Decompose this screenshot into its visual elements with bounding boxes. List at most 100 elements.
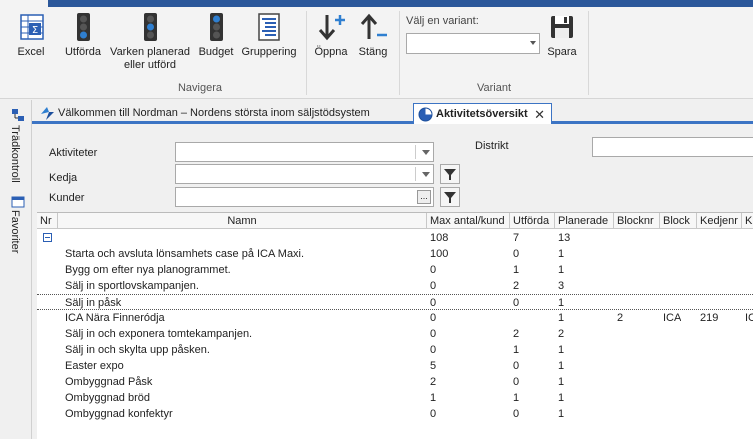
cell-max: 0 bbox=[430, 264, 437, 276]
column-header-blocknr[interactable]: Blocknr bbox=[614, 213, 660, 229]
grouping-icon bbox=[258, 13, 280, 41]
ribbon-title-bar bbox=[0, 0, 753, 7]
svg-text:Σ: Σ bbox=[32, 25, 38, 36]
kedja-filter-button[interactable] bbox=[440, 164, 460, 184]
cell-planerade: 2 bbox=[558, 328, 565, 340]
column-header-k[interactable]: K bbox=[742, 213, 753, 229]
variant-group-label: Variant bbox=[476, 82, 512, 94]
column-header-utforda[interactable]: Utförda bbox=[510, 213, 555, 229]
tradkontroll-tab[interactable]: Trädkontroll bbox=[9, 125, 21, 183]
chevron-down-icon[interactable] bbox=[422, 172, 430, 177]
column-header-max-antal[interactable]: Max antal/kund bbox=[427, 213, 510, 229]
chevron-down-icon bbox=[530, 41, 536, 45]
cell-namn: Sälj in sportlovskampanjen. bbox=[65, 280, 199, 292]
varken-planerad-button[interactable]: Varken planerad eller utförd bbox=[106, 11, 194, 72]
oppna-button[interactable]: Öppna bbox=[311, 11, 351, 59]
cell-max: 0 bbox=[430, 297, 437, 309]
table-row[interactable]: Starta och avsluta lönsamhets case på IC… bbox=[37, 246, 753, 262]
aktiviteter-combo[interactable] bbox=[175, 142, 434, 162]
column-header-namn[interactable]: Namn bbox=[58, 213, 427, 229]
close-icon[interactable]: ✕ bbox=[534, 104, 545, 125]
cell-block: ICA bbox=[663, 312, 682, 324]
aktiviteter-label: Aktiviteter bbox=[49, 147, 98, 159]
cell-namn: Bygg om efter nya planogrammet. bbox=[65, 264, 231, 276]
spara-button[interactable]: Spara bbox=[542, 11, 582, 59]
navigera-group-label: Navigera bbox=[177, 82, 223, 94]
variant-select[interactable] bbox=[406, 33, 540, 54]
combo-divider bbox=[415, 145, 416, 159]
table-row[interactable]: ICA Nära Finneródja 0 1 2 ICA 219 IC bbox=[37, 310, 753, 326]
traffic-light-icon bbox=[210, 13, 223, 41]
distrikt-label: Distrikt bbox=[475, 140, 509, 152]
excel-label: Excel bbox=[17, 46, 45, 58]
cell-utforda: 2 bbox=[513, 280, 520, 292]
save-icon bbox=[551, 16, 573, 38]
budget-button[interactable]: Budget bbox=[195, 11, 237, 59]
cell-namn: Easter expo bbox=[65, 360, 124, 372]
cell-namn: Starta och avsluta lönsamhets case på IC… bbox=[65, 248, 305, 260]
browse-button[interactable]: ... bbox=[417, 190, 431, 204]
ribbon: Σ Excel Utförda Varken planerad eller ut… bbox=[0, 7, 753, 99]
gruppering-button[interactable]: Gruppering bbox=[238, 11, 300, 59]
tab-valkommen[interactable]: Välkommen till Nordman – Nordens största… bbox=[36, 103, 410, 124]
group-summary-row[interactable]: 108 7 13 bbox=[37, 230, 753, 246]
column-header-planerade[interactable]: Planerade bbox=[555, 213, 614, 229]
favoriter-tab[interactable]: Favoriter bbox=[9, 210, 21, 253]
excel-button[interactable]: Σ Excel bbox=[10, 11, 52, 59]
table-row[interactable]: Bygg om efter nya planogrammet. 0 1 1 bbox=[37, 262, 753, 278]
cell-planerade: 1 bbox=[558, 297, 565, 309]
cell-namn: Sälj in och exponera tomtekampanjen. bbox=[65, 328, 253, 340]
table-row[interactable]: Sälj in och skylta upp påsken. 0 1 1 bbox=[37, 342, 753, 358]
column-header-nr[interactable]: Nr bbox=[37, 213, 58, 229]
stang-button[interactable]: Stäng bbox=[353, 11, 393, 59]
distrikt-field[interactable] bbox=[592, 137, 753, 157]
tab-aktivitetsoversikt[interactable]: Aktivitetsöversikt ✕ bbox=[413, 103, 552, 124]
tab-label: Aktivitetsöversikt bbox=[436, 108, 528, 120]
pie-chart-icon bbox=[418, 107, 433, 122]
oppna-label: Öppna bbox=[314, 46, 348, 58]
table-row[interactable]: Easter expo 5 0 1 bbox=[37, 358, 753, 374]
table-row-selected[interactable]: Sälj in påsk 0 0 1 bbox=[37, 294, 753, 310]
cell-namn: Ombyggnad bröd bbox=[65, 392, 150, 404]
ribbon-separator bbox=[588, 11, 589, 95]
collapse-arrow-icon bbox=[360, 13, 387, 39]
cell-utforda: 0 bbox=[513, 248, 520, 260]
cell-max: 0 bbox=[430, 344, 437, 356]
ribbon-active-tab[interactable] bbox=[0, 0, 48, 7]
cell-planerade: 3 bbox=[558, 280, 565, 292]
varken-label-line2: eller utförd bbox=[124, 59, 176, 71]
cell-max: 1 bbox=[430, 392, 437, 404]
table-row[interactable]: Ombyggnad bröd 1 1 1 bbox=[37, 390, 753, 406]
gruppering-label: Gruppering bbox=[241, 46, 297, 58]
chevron-down-icon[interactable] bbox=[422, 150, 430, 155]
cell-max: 5 bbox=[430, 360, 437, 372]
tree-icon[interactable] bbox=[11, 108, 25, 122]
kunder-filter-button[interactable] bbox=[440, 187, 460, 207]
column-header-kedjenr[interactable]: Kedjenr bbox=[697, 213, 742, 229]
kunder-field[interactable]: ... bbox=[175, 187, 434, 207]
table-row[interactable]: Ombyggnad konfektyr 0 0 1 bbox=[37, 406, 753, 422]
summary-utforda: 7 bbox=[513, 232, 520, 244]
kedja-combo[interactable] bbox=[175, 164, 434, 184]
cell-namn: Ombyggnad Påsk bbox=[65, 376, 153, 388]
column-header-block[interactable]: Block bbox=[660, 213, 697, 229]
cell-planerade: 1 bbox=[558, 248, 565, 260]
cell-max: 0 bbox=[430, 408, 437, 420]
traffic-light-icon bbox=[144, 13, 157, 41]
table-row[interactable]: Sälj in sportlovskampanjen. 0 2 3 bbox=[37, 278, 753, 294]
cell-planerade: 1 bbox=[558, 344, 565, 356]
cell-kedjenr: 219 bbox=[700, 312, 719, 324]
cell-utforda: 0 bbox=[513, 297, 520, 309]
cell-planerade: 1 bbox=[558, 312, 565, 324]
utforda-button[interactable]: Utförda bbox=[60, 11, 106, 59]
table-row[interactable]: Ombyggnad Påsk 2 0 1 bbox=[37, 374, 753, 390]
cell-max: 0 bbox=[430, 280, 437, 292]
collapse-icon[interactable] bbox=[43, 233, 52, 242]
table-row[interactable]: Sälj in och exponera tomtekampanjen. 0 2… bbox=[37, 326, 753, 342]
combo-divider bbox=[415, 167, 416, 181]
variant-label: Välj en variant: bbox=[406, 15, 479, 27]
budget-label: Budget bbox=[198, 46, 234, 58]
cell-planerade: 1 bbox=[558, 264, 565, 276]
kedja-label: Kedja bbox=[49, 172, 78, 184]
favorites-icon[interactable] bbox=[11, 196, 25, 208]
